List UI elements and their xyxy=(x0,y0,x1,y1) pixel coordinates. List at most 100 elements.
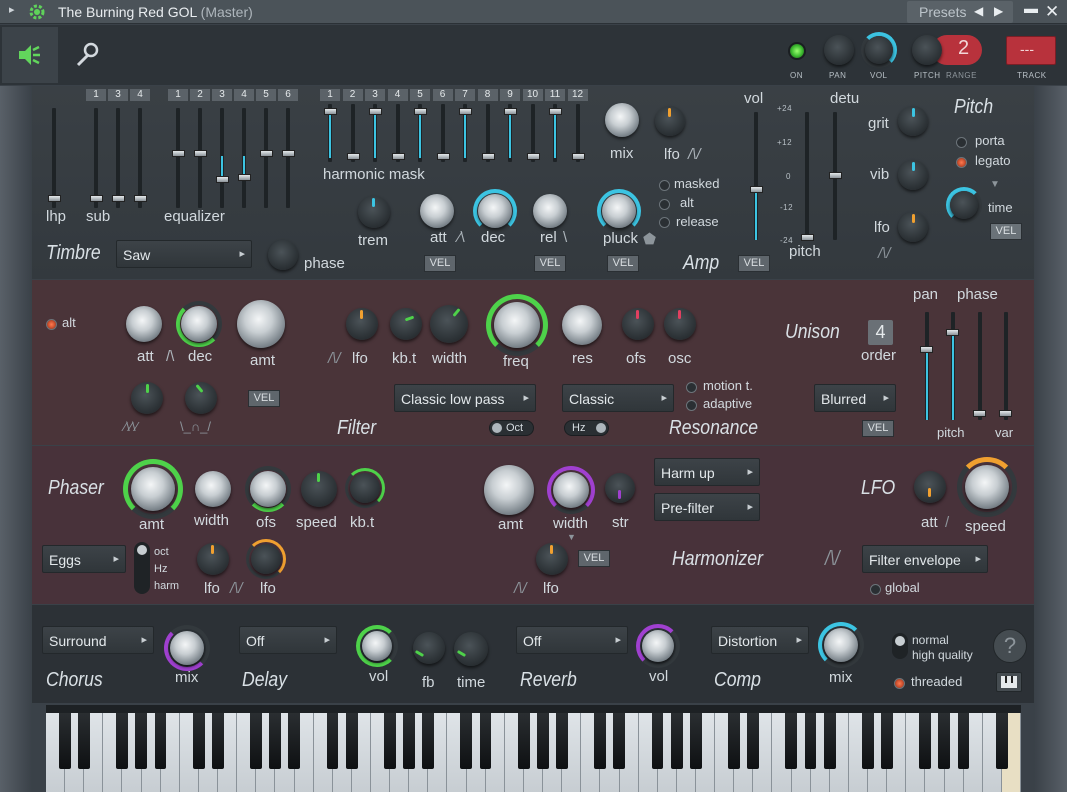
lfo-target-dropdown[interactable]: Filter envelope xyxy=(862,545,988,573)
chorus-mix-knob[interactable] xyxy=(170,631,204,665)
sub-slider-handle[interactable] xyxy=(90,195,103,202)
black-key[interactable] xyxy=(326,713,339,769)
time-knob[interactable] xyxy=(950,191,978,219)
sub-slider-track[interactable] xyxy=(116,108,120,208)
waveform-dropdown[interactable]: Saw xyxy=(116,240,252,268)
plugin-button[interactable] xyxy=(2,27,58,83)
alt-radio[interactable] xyxy=(659,199,670,210)
release-radio[interactable] xyxy=(659,217,670,228)
threaded-radio[interactable] xyxy=(894,678,905,689)
keyboard-toggle-button[interactable] xyxy=(996,672,1022,692)
unison-pitch-track[interactable] xyxy=(978,312,982,420)
phaser-kbt-knob[interactable] xyxy=(350,473,380,503)
black-key[interactable] xyxy=(78,713,90,769)
resonance-type-dropdown[interactable]: Classic xyxy=(562,384,674,412)
black-key[interactable] xyxy=(479,713,492,769)
harmonic-slider-handle[interactable] xyxy=(571,153,585,160)
eq-slider-handle[interactable] xyxy=(216,176,229,183)
gear-icon[interactable] xyxy=(28,3,46,21)
reverb-type-dropdown[interactable]: Off xyxy=(516,626,628,654)
black-key[interactable] xyxy=(804,713,817,769)
phaser-lfo2-knob[interactable] xyxy=(251,544,281,574)
mix-knob[interactable] xyxy=(605,103,639,137)
black-key[interactable] xyxy=(536,713,549,769)
legato-radio[interactable] xyxy=(956,157,967,168)
black-key[interactable] xyxy=(154,713,167,769)
harmonic-slider-handle[interactable] xyxy=(346,153,360,160)
pitch-vel-button[interactable]: VEL xyxy=(990,223,1022,240)
unison-phase-handle[interactable] xyxy=(946,329,959,336)
delay-type-dropdown[interactable]: Off xyxy=(239,626,337,654)
unison-vel-button[interactable]: VEL xyxy=(862,420,894,437)
sub-slider-track[interactable] xyxy=(138,108,142,208)
harmonic-slider-handle[interactable] xyxy=(436,153,450,160)
black-key[interactable] xyxy=(881,713,893,769)
eq-slider-track[interactable] xyxy=(176,108,180,208)
black-key[interactable] xyxy=(460,713,473,769)
vol-slider-handle[interactable] xyxy=(750,186,763,193)
hz-toggle[interactable]: Hz xyxy=(564,420,609,436)
next-preset-icon[interactable]: ▶ xyxy=(994,4,1003,18)
eq-slider-handle[interactable] xyxy=(172,150,185,157)
unison-type-dropdown[interactable]: Blurred xyxy=(814,384,896,412)
pan-knob[interactable] xyxy=(824,35,854,65)
harmonic-slider-handle[interactable] xyxy=(324,108,337,115)
black-key[interactable] xyxy=(384,713,396,769)
black-key[interactable] xyxy=(919,713,932,769)
black-key[interactable] xyxy=(995,713,1008,769)
dec-knob[interactable] xyxy=(478,194,512,228)
motion-radio[interactable] xyxy=(686,382,697,393)
pitch-slider-track[interactable] xyxy=(805,112,809,240)
black-key[interactable] xyxy=(345,713,358,769)
reverb-vol-knob[interactable] xyxy=(642,630,674,662)
delay-fb-knob[interactable] xyxy=(413,632,445,664)
black-key[interactable] xyxy=(288,713,301,769)
detu-slider-handle[interactable] xyxy=(829,172,842,179)
black-key[interactable] xyxy=(785,713,798,769)
lhp-slider-handle[interactable] xyxy=(48,195,61,202)
harmonic-slider-handle[interactable] xyxy=(414,108,427,115)
phase-knob[interactable] xyxy=(268,240,298,270)
harmonic-slider-handle[interactable] xyxy=(391,153,405,160)
close-icon[interactable]: ✕ xyxy=(1045,2,1059,22)
eq-slider-handle[interactable] xyxy=(282,150,295,157)
lhp-slider-track[interactable] xyxy=(52,108,56,208)
harm-amt-knob[interactable] xyxy=(484,465,534,515)
black-key[interactable] xyxy=(422,713,435,769)
harmonic-slider-handle[interactable] xyxy=(369,108,382,115)
rel-knob[interactable] xyxy=(533,194,567,228)
phaser-amt-knob[interactable] xyxy=(131,467,175,511)
eq-slider-handle[interactable] xyxy=(238,174,251,181)
harm-mode-dropdown[interactable]: Harm up xyxy=(654,458,760,486)
filter-shape2-knob[interactable] xyxy=(185,382,217,414)
chorus-type-dropdown[interactable]: Surround xyxy=(42,626,154,654)
phaser-ofs-knob[interactable] xyxy=(250,471,286,507)
filter-vel-button[interactable]: VEL xyxy=(248,390,280,407)
filter-width-knob[interactable] xyxy=(430,305,468,343)
pluck-knob[interactable] xyxy=(602,194,636,228)
collapse-arrow-icon[interactable]: ▸ xyxy=(9,3,15,16)
phaser-preset-dropdown[interactable]: Eggs xyxy=(42,545,126,573)
oct-toggle[interactable]: Oct xyxy=(489,420,534,436)
pitch-dropdown-arrow-icon[interactable]: ▼ xyxy=(990,178,1000,192)
harm-width-knob[interactable] xyxy=(553,472,589,508)
black-key[interactable] xyxy=(556,713,568,769)
unison-order-value[interactable]: 4 xyxy=(868,320,893,345)
att-knob[interactable] xyxy=(420,194,454,228)
piano-keyboard[interactable] xyxy=(46,705,1021,792)
filter-att-knob[interactable] xyxy=(126,306,162,342)
unison-pan-handle[interactable] xyxy=(920,346,933,353)
porta-radio[interactable] xyxy=(956,137,967,148)
kbt-knob[interactable] xyxy=(390,308,422,340)
filter-amt-knob[interactable] xyxy=(237,300,285,348)
harmonic-slider-handle[interactable] xyxy=(481,153,495,160)
lfo-speed-knob[interactable] xyxy=(965,465,1009,509)
pluck-vel-button[interactable]: VEL xyxy=(607,255,639,272)
res-knob[interactable] xyxy=(562,305,602,345)
black-key[interactable] xyxy=(613,713,626,769)
black-key[interactable] xyxy=(135,713,148,769)
vol-knob[interactable] xyxy=(865,36,893,64)
unison-var-handle[interactable] xyxy=(999,410,1012,417)
black-key[interactable] xyxy=(938,713,951,769)
on-led[interactable] xyxy=(788,42,806,60)
